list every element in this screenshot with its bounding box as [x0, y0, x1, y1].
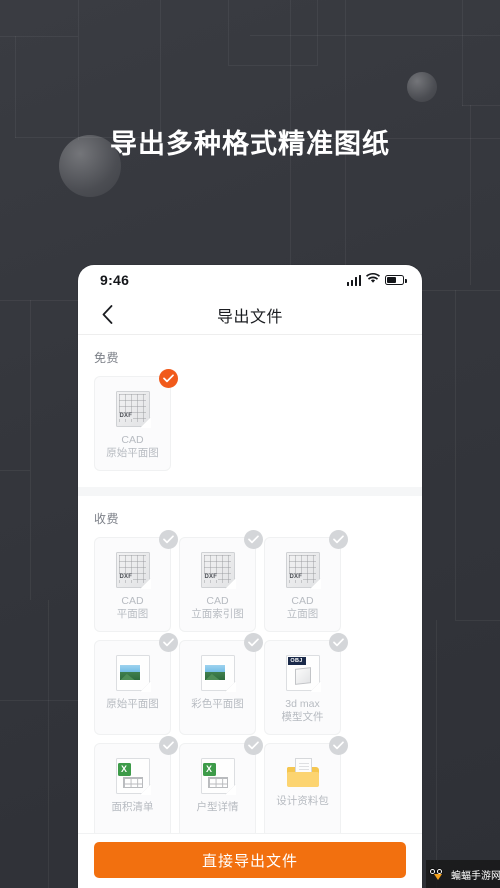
- format-card-label: CAD 原始平面图: [106, 434, 159, 459]
- battery-icon: [385, 275, 407, 285]
- bg-grid-line: [30, 300, 31, 600]
- section-divider: [78, 487, 422, 496]
- bg-grid-line: [436, 620, 437, 888]
- format-card-label: 户型详情: [196, 801, 239, 813]
- check-icon: [329, 633, 348, 652]
- bat-logo-icon: [429, 865, 448, 883]
- format-card-cad-plan[interactable]: DXF CAD 平面图: [94, 530, 178, 632]
- dxf-file-icon: DXF: [115, 391, 151, 428]
- image-file-icon: [115, 655, 151, 692]
- section-title-paid: 收费: [94, 512, 120, 526]
- bg-grid-line: [462, 105, 500, 106]
- bg-grid-line: [160, 0, 161, 138]
- format-card-label: CAD 立面索引图: [191, 595, 244, 620]
- format-card-label: 原始平面图: [106, 698, 159, 710]
- format-card-label: 设计资料包: [276, 795, 329, 807]
- bg-grid-line: [462, 0, 463, 106]
- nav-bar: 导出文件: [78, 295, 422, 335]
- folder-icon: [286, 758, 320, 788]
- check-icon: [159, 633, 178, 652]
- format-card-area-list[interactable]: X 面积清单: [94, 736, 178, 838]
- bg-grid-line: [455, 290, 456, 620]
- check-icon: [244, 530, 263, 549]
- chevron-left-icon: [102, 305, 112, 324]
- phone-mockup: 9:46 导出文件 免费 DXF CAD 原始平面图 收费 DXF CAD 平面…: [78, 265, 422, 888]
- check-icon: [329, 736, 348, 755]
- bg-grid-line: [422, 290, 500, 291]
- format-card-cad-elevation[interactable]: DXF CAD 立面图: [264, 530, 348, 632]
- status-bar: 9:46: [78, 265, 422, 295]
- bg-grid-line: [455, 620, 500, 621]
- format-card-cad-original[interactable]: DXF CAD 原始平面图: [94, 369, 178, 471]
- page-title: 导出文件: [216, 308, 283, 326]
- format-card-label: 3d max 模型文件: [281, 698, 324, 723]
- card-grid-paid: DXF CAD 平面图 DXF CAD 立面索引图 DXF CAD 立面图 原始…: [94, 530, 406, 838]
- section-paid: 收费 DXF CAD 平面图 DXF CAD 立面索引图 DXF CAD 立面图: [78, 496, 422, 854]
- bg-grid-line: [0, 700, 78, 701]
- excel-file-icon: X: [115, 758, 151, 795]
- watermark-text: 蝙蝠手游网: [451, 870, 500, 882]
- dxf-file-icon: DXF: [285, 552, 321, 589]
- obj-file-icon: OBJ: [285, 655, 321, 692]
- format-card-original-plan-image[interactable]: 原始平面图: [94, 633, 178, 735]
- format-card-design-package[interactable]: 设计资料包: [264, 736, 348, 838]
- check-icon: [329, 530, 348, 549]
- image-file-icon: [200, 655, 236, 692]
- bg-grid-rect: [228, 0, 318, 66]
- format-card-label: CAD 平面图: [116, 595, 149, 620]
- card-grid-free: DXF CAD 原始平面图: [94, 369, 406, 471]
- format-card-label: 面积清单: [111, 801, 154, 813]
- watermark: 蝙蝠手游网: [426, 860, 500, 888]
- excel-file-icon: X: [200, 758, 236, 795]
- bottom-bar: 直接导出文件: [78, 833, 422, 888]
- bg-grid-line: [0, 36, 78, 37]
- section-free: 免费 DXF CAD 原始平面图: [78, 335, 422, 487]
- check-icon: [159, 530, 178, 549]
- bg-grid-line: [48, 600, 49, 888]
- bg-grid-line: [78, 0, 79, 140]
- dxf-file-icon: DXF: [200, 552, 236, 589]
- format-card-cad-elevation-index[interactable]: DXF CAD 立面索引图: [179, 530, 263, 632]
- check-icon: [244, 736, 263, 755]
- export-button[interactable]: 直接导出文件: [94, 842, 406, 878]
- bg-grid-line: [0, 470, 30, 471]
- status-time: 9:46: [100, 272, 130, 288]
- signal-bars-icon: [346, 274, 361, 286]
- section-title-free: 免费: [94, 351, 120, 365]
- back-button[interactable]: [90, 295, 124, 334]
- format-card-label: 彩色平面图: [191, 698, 244, 710]
- dxf-file-icon: DXF: [115, 552, 151, 589]
- format-card-color-plan[interactable]: 彩色平面图: [179, 633, 263, 735]
- format-card-3dmax-model[interactable]: OBJ 3d max 模型文件: [264, 633, 348, 735]
- bg-circle-small: [407, 72, 437, 102]
- check-icon: [244, 633, 263, 652]
- format-card-label: CAD 立面图: [286, 595, 319, 620]
- check-icon: [159, 736, 178, 755]
- check-icon: [159, 369, 178, 388]
- promo-title: 导出多种格式精准图纸: [110, 129, 390, 159]
- status-icons: [346, 271, 407, 289]
- bg-grid-line: [0, 300, 78, 301]
- wifi-icon: [366, 271, 380, 289]
- format-card-unit-details[interactable]: X 户型详情: [179, 736, 263, 838]
